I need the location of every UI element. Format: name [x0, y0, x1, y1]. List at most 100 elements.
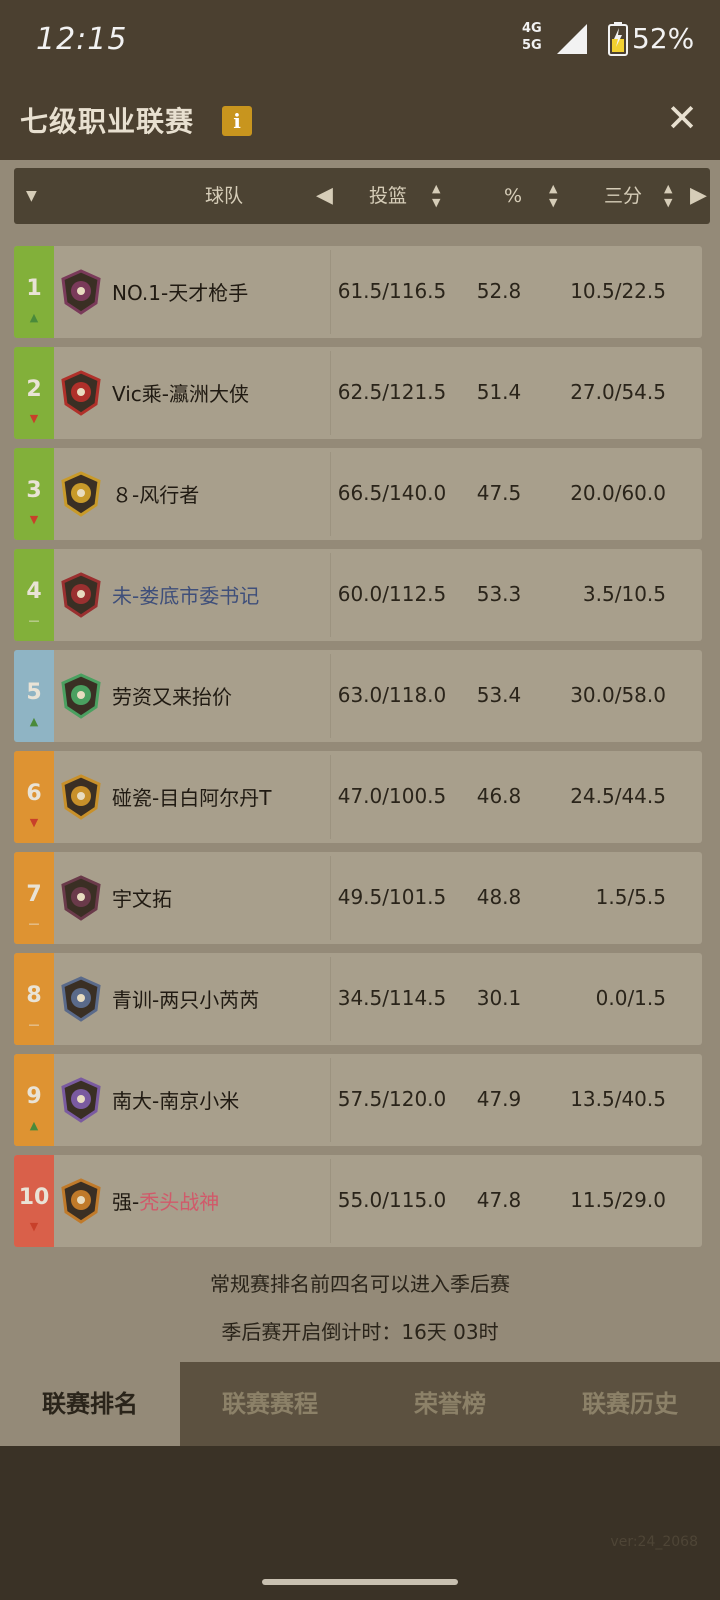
- team-name[interactable]: ８-风行者: [112, 479, 199, 508]
- pct-value: 47.9: [476, 1087, 522, 1111]
- team-name[interactable]: 劳资又来抬价: [112, 681, 232, 710]
- standings-list: 1 ▲ NO.1-天才枪手 61.5/116.5 52.8 10.5/22.5 …: [14, 246, 702, 1256]
- table-row[interactable]: 10 ▼ 强-秃头战神 55.0/115.0 47.8 11.5/29.0: [14, 1155, 702, 1247]
- column-divider: [330, 755, 331, 839]
- trend-down-icon: ▼: [29, 1220, 39, 1233]
- rank-number: 4: [26, 579, 42, 604]
- rank-number: 9: [26, 1084, 42, 1109]
- home-indicator[interactable]: [262, 1579, 458, 1585]
- team-logo-icon: [61, 370, 101, 416]
- three-value: 3.5/10.5: [582, 582, 666, 606]
- column-divider: [330, 856, 331, 940]
- three-value: 30.0/58.0: [570, 683, 666, 707]
- team-name[interactable]: 宇文拓: [112, 883, 172, 912]
- team-name[interactable]: 未-娄底市委书记: [112, 580, 259, 609]
- three-value: 0.0/1.5: [595, 986, 666, 1010]
- team-name[interactable]: 强-秃头战神: [112, 1186, 219, 1215]
- fg-value: 34.5/114.5: [337, 986, 447, 1010]
- battery-percent: 52%: [632, 22, 695, 55]
- trend-same-icon: —: [28, 1018, 40, 1031]
- table-row[interactable]: 2 ▼ Vic乘-瀛洲大侠 62.5/121.5 51.4 27.0/54.5: [14, 347, 702, 439]
- trend-up-icon: ▲: [29, 311, 39, 324]
- rank-number: 6: [26, 781, 42, 806]
- rank-badge: 10 ▼: [14, 1155, 54, 1247]
- three-column-header[interactable]: 三分: [604, 168, 664, 224]
- three-value: 27.0/54.5: [570, 380, 666, 404]
- pct-value: 48.8: [476, 885, 522, 909]
- team-name-suffix: 秃头战神: [139, 1190, 220, 1214]
- sort-dropdown-icon[interactable]: ▼: [26, 168, 46, 224]
- table-row[interactable]: 9 ▲ 南大-南京小米 57.5/120.0 47.9 13.5/40.5: [14, 1054, 702, 1146]
- rank-badge: 6 ▼: [14, 751, 54, 843]
- pct-value: 47.8: [476, 1188, 522, 1212]
- table-row[interactable]: 7 — 宇文拓 49.5/101.5 48.8 1.5/5.5: [14, 852, 702, 944]
- table-row[interactable]: 5 ▲ 劳资又来抬价 63.0/118.0 53.4 30.0/58.0: [14, 650, 702, 742]
- table-row[interactable]: 1 ▲ NO.1-天才枪手 61.5/116.5 52.8 10.5/22.5: [14, 246, 702, 338]
- rank-badge: 3 ▼: [14, 448, 54, 540]
- team-name[interactable]: 碰瓷-目白阿尔丹T: [112, 782, 271, 811]
- clock: 12:15: [36, 22, 128, 57]
- scroll-left-icon[interactable]: ◀: [316, 168, 336, 224]
- battery-icon: [608, 22, 628, 56]
- three-value: 13.5/40.5: [570, 1087, 666, 1111]
- rank-badge: 5 ▲: [14, 650, 54, 742]
- team-logo-icon: [61, 471, 101, 517]
- rank-number: 3: [26, 478, 42, 503]
- table-row[interactable]: 8 — 青训-两只小芮芮 34.5/114.5 30.1 0.0/1.5: [14, 953, 702, 1045]
- page-title: 七级职业联赛: [20, 105, 195, 138]
- tab-league-ranking[interactable]: 联赛排名: [0, 1362, 180, 1446]
- team-logo-icon: [61, 976, 101, 1022]
- fg-value: 61.5/116.5: [337, 279, 447, 303]
- pct-value: 30.1: [476, 986, 522, 1010]
- team-name[interactable]: Vic乘-瀛洲大侠: [112, 378, 249, 407]
- close-icon[interactable]: ✕: [662, 98, 702, 138]
- sort-arrows-icon[interactable]: ▲ ▼: [432, 182, 448, 210]
- three-value: 1.5/5.5: [595, 885, 666, 909]
- table-row[interactable]: 3 ▼ ８-风行者 66.5/140.0 47.5 20.0/60.0: [14, 448, 702, 540]
- rank-badge: 1 ▲: [14, 246, 54, 338]
- pct-value: 52.8: [476, 279, 522, 303]
- table-row[interactable]: 6 ▼ 碰瓷-目白阿尔丹T 47.0/100.5 46.8 24.5/44.5: [14, 751, 702, 843]
- tab-honor-board[interactable]: 荣誉榜: [360, 1362, 540, 1446]
- column-divider: [330, 654, 331, 738]
- team-logo-icon: [61, 269, 101, 315]
- three-value: 24.5/44.5: [570, 784, 666, 808]
- rank-number: 8: [26, 983, 42, 1008]
- sort-arrows-icon[interactable]: ▲ ▼: [549, 182, 565, 210]
- scroll-right-icon[interactable]: ▶: [690, 168, 710, 224]
- team-logo-icon: [61, 875, 101, 921]
- tab-league-schedule[interactable]: 联赛赛程: [180, 1362, 360, 1446]
- fg-value: 62.5/121.5: [337, 380, 447, 404]
- fg-value: 47.0/100.5: [337, 784, 447, 808]
- table-row[interactable]: 4 — 未-娄底市委书记 60.0/112.5 53.3 3.5/10.5: [14, 549, 702, 641]
- team-name[interactable]: 南大-南京小米: [112, 1085, 239, 1114]
- team-logo-icon: [61, 1178, 101, 1224]
- fg-column-header[interactable]: 投篮: [369, 168, 429, 224]
- team-name[interactable]: NO.1-天才枪手: [112, 277, 248, 306]
- team-column-header: 球队: [204, 185, 243, 207]
- fg-value: 55.0/115.0: [337, 1188, 447, 1212]
- pct-value: 53.3: [476, 582, 522, 606]
- network-indicator: 4G 5G: [522, 20, 542, 54]
- column-divider: [330, 1058, 331, 1142]
- three-value: 20.0/60.0: [570, 481, 666, 505]
- fg-value: 57.5/120.0: [337, 1087, 447, 1111]
- team-name-prefix: 强-: [112, 1190, 140, 1214]
- pct-column-header[interactable]: %: [504, 168, 534, 224]
- column-divider: [330, 1159, 331, 1243]
- network-5g-label: 5G: [522, 38, 542, 53]
- tab-league-history[interactable]: 联赛历史: [540, 1362, 720, 1446]
- network-4g-label: 4G: [522, 21, 542, 36]
- sort-arrows-icon[interactable]: ▲ ▼: [664, 182, 680, 210]
- rank-number: 1: [26, 276, 42, 301]
- team-name[interactable]: 青训-两只小芮芮: [112, 984, 259, 1013]
- rank-badge: 4 —: [14, 549, 54, 641]
- info-icon[interactable]: i: [222, 106, 252, 136]
- three-value: 10.5/22.5: [570, 279, 666, 303]
- rank-badge: 8 —: [14, 953, 54, 1045]
- fg-value: 49.5/101.5: [337, 885, 447, 909]
- trend-up-icon: ▲: [29, 715, 39, 728]
- pct-value: 46.8: [476, 784, 522, 808]
- three-value: 11.5/29.0: [570, 1188, 666, 1212]
- rank-number: 10: [18, 1185, 50, 1210]
